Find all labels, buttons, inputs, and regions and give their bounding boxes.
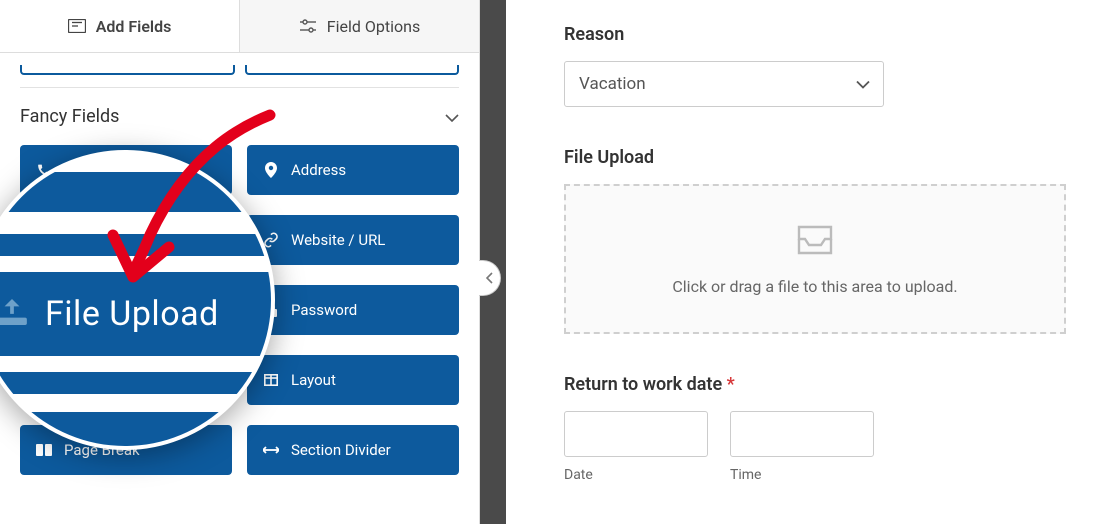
time-sublabel: Time — [730, 467, 874, 483]
fancy-fields-grid: Phone Address Date / Time — [20, 145, 459, 475]
field-tile-label: File Upload — [64, 301, 138, 319]
inbox-icon — [795, 223, 835, 261]
field-tile-stub[interactable] — [20, 65, 235, 75]
field-tile-label: Rich Text — [64, 371, 125, 389]
field-tile-label: Phone — [64, 161, 107, 179]
section-title: Fancy Fields — [20, 106, 119, 127]
return-date-label-text: Return to work date — [564, 374, 722, 395]
reason-label: Reason — [564, 24, 1066, 45]
field-tile-file-upload[interactable]: File Upload — [20, 285, 232, 335]
field-tile-label: Page Break — [64, 441, 140, 459]
return-date-row: Date Time — [564, 411, 1066, 483]
reason-select[interactable]: Vacation — [564, 61, 884, 107]
field-tile-label: Address — [291, 161, 346, 179]
chevron-down-icon — [856, 75, 870, 94]
field-tile-layout[interactable]: Layout — [247, 355, 459, 405]
section-header-fancy-fields[interactable]: Fancy Fields — [20, 106, 459, 127]
field-tile-label: Password — [291, 301, 357, 319]
field-tile-password[interactable]: Password — [247, 285, 459, 335]
field-tile-stub[interactable] — [245, 65, 460, 75]
layout-icon — [263, 372, 279, 388]
divider-icon — [263, 442, 279, 458]
phone-icon — [36, 162, 52, 178]
reason-select-wrap: Vacation — [564, 61, 884, 107]
panel-gutter — [480, 0, 506, 524]
file-upload-label: File Upload — [564, 147, 1066, 168]
tab-add-fields[interactable]: Add Fields — [0, 0, 240, 52]
link-icon — [263, 232, 279, 248]
field-tile-page-break[interactable]: Page Break — [20, 425, 232, 475]
builder-left-panel: Add Fields Field Options Fancy Fields — [0, 0, 480, 524]
calendar-icon — [36, 232, 52, 248]
return-date-input[interactable] — [564, 411, 708, 457]
tab-field-options[interactable]: Field Options — [240, 0, 479, 52]
field-tile-label: Section Divider — [291, 441, 391, 459]
field-tile-label: Website / URL — [291, 231, 385, 249]
return-date-label: Return to work date * — [564, 374, 1066, 395]
file-upload-dropzone[interactable]: Click or drag a file to this area to upl… — [564, 184, 1066, 334]
lock-icon — [263, 302, 279, 318]
field-tile-rich-text[interactable]: Rich Text — [20, 355, 232, 405]
previous-section-stubs — [20, 65, 459, 75]
panel-tabs: Add Fields Field Options — [0, 0, 479, 53]
required-indicator: * — [727, 374, 735, 395]
field-tile-label: Layout — [291, 371, 336, 389]
pin-icon — [263, 162, 279, 178]
reason-selected-value: Vacation — [579, 74, 646, 94]
sliders-icon — [299, 17, 317, 35]
field-tile-website-url[interactable]: Website / URL — [247, 215, 459, 265]
date-sublabel: Date — [564, 467, 708, 483]
field-tile-label: Date / Time — [64, 231, 142, 249]
field-tile-datetime[interactable]: Date / Time — [20, 215, 232, 265]
page-break-icon — [36, 442, 52, 458]
collapse-panel-button[interactable] — [479, 260, 501, 296]
add-fields-icon — [68, 17, 86, 35]
field-tile-phone[interactable]: Phone — [20, 145, 232, 195]
rich-text-icon — [36, 372, 52, 388]
chevron-down-icon — [445, 107, 459, 126]
field-tile-section-divider[interactable]: Section Divider — [247, 425, 459, 475]
upload-icon — [36, 302, 52, 318]
tab-field-options-label: Field Options — [327, 17, 420, 36]
form-preview: Reason Vacation File Upload Click or dra… — [506, 0, 1116, 524]
tab-add-fields-label: Add Fields — [96, 17, 172, 36]
dropzone-text: Click or drag a file to this area to upl… — [672, 277, 957, 296]
section-divider-line — [20, 87, 459, 88]
field-tile-address[interactable]: Address — [247, 145, 459, 195]
return-time-input[interactable] — [730, 411, 874, 457]
